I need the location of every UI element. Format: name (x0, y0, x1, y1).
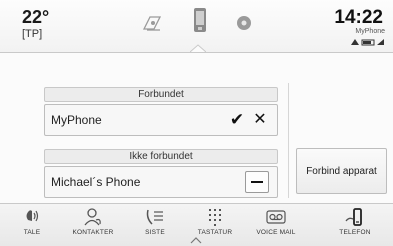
not-connected-header: Ikke forbundet (44, 149, 278, 164)
voice-icon (26, 210, 39, 222)
phone-screen: 22° [TP] 14:22 MyPhone Forbundet MyPhone… (0, 0, 393, 246)
phone-settings-icon (345, 208, 362, 226)
device-name: Michael´s Phone (51, 175, 141, 189)
connected-device-row[interactable]: MyPhone ✔ ✕ (44, 104, 278, 136)
voicemail-icon (266, 210, 286, 224)
device-name: MyPhone (51, 113, 102, 127)
nav-label: TELEFON (339, 229, 371, 236)
clock: 14:22 (334, 7, 383, 28)
nav-label: KONTAKTER (72, 229, 114, 236)
nav-label: VOICE MAIL (256, 229, 296, 236)
top-bar: 22° [TP] 14:22 MyPhone (0, 0, 393, 53)
checkmark-icon: ✔ (229, 110, 245, 129)
nav-voice[interactable]: TALE (4, 206, 60, 244)
contacts-icon (84, 208, 101, 226)
nav-voicemail[interactable]: VOICE MAIL (248, 206, 304, 244)
not-connected-device-row[interactable]: Michael´s Phone (44, 166, 278, 198)
connected-phone-name: MyPhone (355, 28, 385, 35)
phone-icon[interactable] (188, 8, 212, 32)
disconnect-button[interactable]: ✕ (251, 110, 269, 130)
connected-header: Forbundet (44, 87, 278, 102)
nav-contacts[interactable]: KONTAKTER (65, 206, 121, 244)
nav-recent[interactable]: SISTE (127, 206, 183, 244)
temperature: 22° (22, 7, 50, 27)
apps-icon[interactable] (232, 12, 256, 34)
nav-label: TALE (23, 229, 41, 236)
nav-label: SISTE (145, 229, 165, 236)
active-tab-indicator (190, 44, 206, 53)
remove-device-button[interactable] (245, 171, 269, 193)
keypad-icon (209, 209, 221, 226)
recent-calls-icon (146, 209, 163, 225)
status-icons (351, 38, 385, 48)
menu-handle[interactable] (190, 233, 202, 245)
traffic-program-indicator: [TP] (22, 28, 43, 40)
connect-device-button[interactable]: Forbind apparat (296, 148, 387, 194)
audio-icon[interactable] (140, 12, 164, 34)
nav-phone[interactable]: TELEFON (327, 206, 383, 244)
divider (288, 83, 289, 198)
bluetooth-device-list: Forbundet MyPhone ✔ ✕ Ikke forbundet Mic… (0, 53, 393, 203)
